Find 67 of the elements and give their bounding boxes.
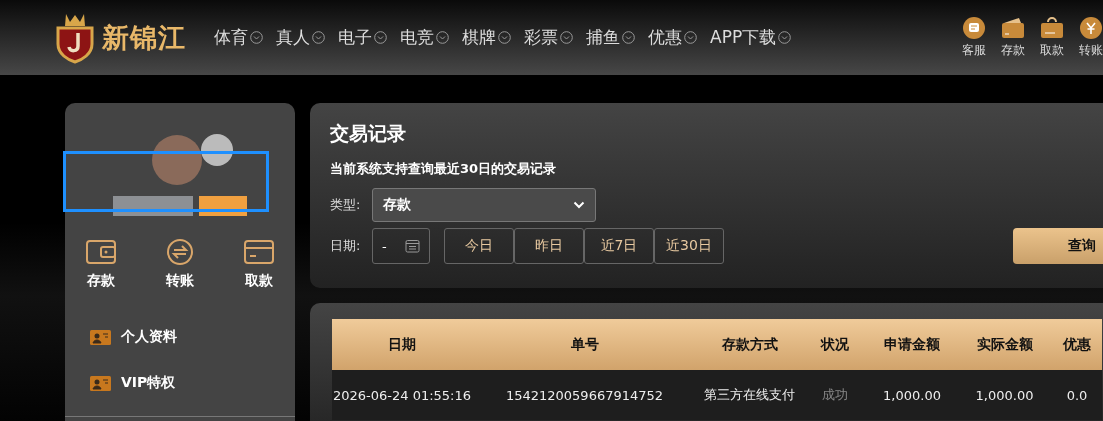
pixelated-badge xyxy=(199,196,247,216)
header-action-icon xyxy=(1077,16,1103,40)
column-header: 日期 xyxy=(388,335,416,354)
field-label: 日期: xyxy=(330,237,362,255)
field-label: 类型: xyxy=(330,196,362,214)
nav-link[interactable]: 优惠 xyxy=(648,26,697,49)
header-action-button[interactable]: 存款 xyxy=(994,16,1031,59)
chevron-down-icon xyxy=(622,31,635,44)
column-header: 状况 xyxy=(820,335,849,354)
date-range-button[interactable]: 近30日 xyxy=(654,228,724,264)
chevron-down-icon xyxy=(312,31,325,44)
header-action-button[interactable]: 转账 xyxy=(1072,16,1103,59)
table-cell: 成功 xyxy=(821,386,848,404)
date-range-button[interactable]: 今日 xyxy=(444,228,514,264)
column-header: 单号 xyxy=(570,335,599,354)
nav-link[interactable]: 电竞 xyxy=(400,26,449,49)
table-cell: 1,000.00 xyxy=(883,387,941,403)
avatar-placeholder xyxy=(152,135,202,185)
id-card-icon xyxy=(90,329,111,345)
chevron-down-icon xyxy=(436,31,449,44)
nav-link[interactable]: 电子 xyxy=(338,26,387,49)
table-cell: 2026-06-24 01:55:16 xyxy=(332,387,472,403)
notice-text: 当前系统支持查询最近30日的交易记录 xyxy=(330,160,558,178)
date-range-button[interactable]: 昨日 xyxy=(514,228,584,264)
column-header: 实际金额 xyxy=(976,335,1033,354)
header-action-icon xyxy=(999,16,1026,40)
quick-action-icon xyxy=(85,238,117,266)
quick-action-button[interactable]: 转账 xyxy=(164,238,196,290)
chevron-down-icon xyxy=(684,31,697,44)
header-action-button[interactable]: 取款 xyxy=(1033,16,1070,59)
caret-icon xyxy=(573,201,585,209)
column-header: 申请金额 xyxy=(884,335,940,354)
date-range-button[interactable]: 近7日 xyxy=(584,228,654,264)
nav-link[interactable]: 棋牌 xyxy=(462,26,511,49)
sidebar-menu-item[interactable]: VIP特权 xyxy=(65,360,295,406)
quick-action-icon xyxy=(164,238,196,266)
nav-link[interactable]: 真人 xyxy=(276,26,325,49)
quick-action-icon xyxy=(243,238,275,266)
table-cell: 1,000.00 xyxy=(975,387,1034,403)
nav-link[interactable]: 体育 xyxy=(214,26,263,49)
nav-link[interactable]: APP下载 xyxy=(710,26,792,49)
quick-action-button[interactable]: 取款 xyxy=(243,238,275,290)
nav-link[interactable]: 捕鱼 xyxy=(586,26,635,49)
chevron-down-icon xyxy=(778,31,792,44)
table-cell: 第三方在线支付 xyxy=(704,386,795,404)
chevron-down-icon xyxy=(498,31,511,44)
date-field[interactable]: - xyxy=(372,228,430,264)
chevron-down-icon xyxy=(374,31,387,44)
header-action-icon xyxy=(960,16,987,40)
type-dropdown[interactable]: 存款 xyxy=(372,188,596,222)
chevron-down-icon xyxy=(250,31,263,44)
table-cell: 1542120059667914752 xyxy=(505,387,664,403)
column-header: 优惠 xyxy=(1063,335,1091,354)
panel-title: 交易记录 xyxy=(330,121,407,146)
column-header: 存款方式 xyxy=(721,335,778,354)
nav-link[interactable]: 彩票 xyxy=(524,26,573,49)
quick-action-button[interactable]: 存款 xyxy=(85,238,117,290)
chevron-down-icon xyxy=(560,31,573,44)
header-action-button[interactable]: 客服 xyxy=(955,16,992,59)
id-card-icon xyxy=(90,375,111,391)
table-cell: 0.0 xyxy=(1066,387,1088,403)
edit-badge-icon[interactable] xyxy=(201,134,233,166)
sidebar-menu-item[interactable]: 个人资料 xyxy=(65,314,295,360)
calendar-icon xyxy=(404,239,420,253)
header-action-icon xyxy=(1038,16,1065,40)
query-button[interactable]: 查询 xyxy=(1013,228,1103,264)
brand-logo-text[interactable]: 新锦江 xyxy=(102,19,186,56)
